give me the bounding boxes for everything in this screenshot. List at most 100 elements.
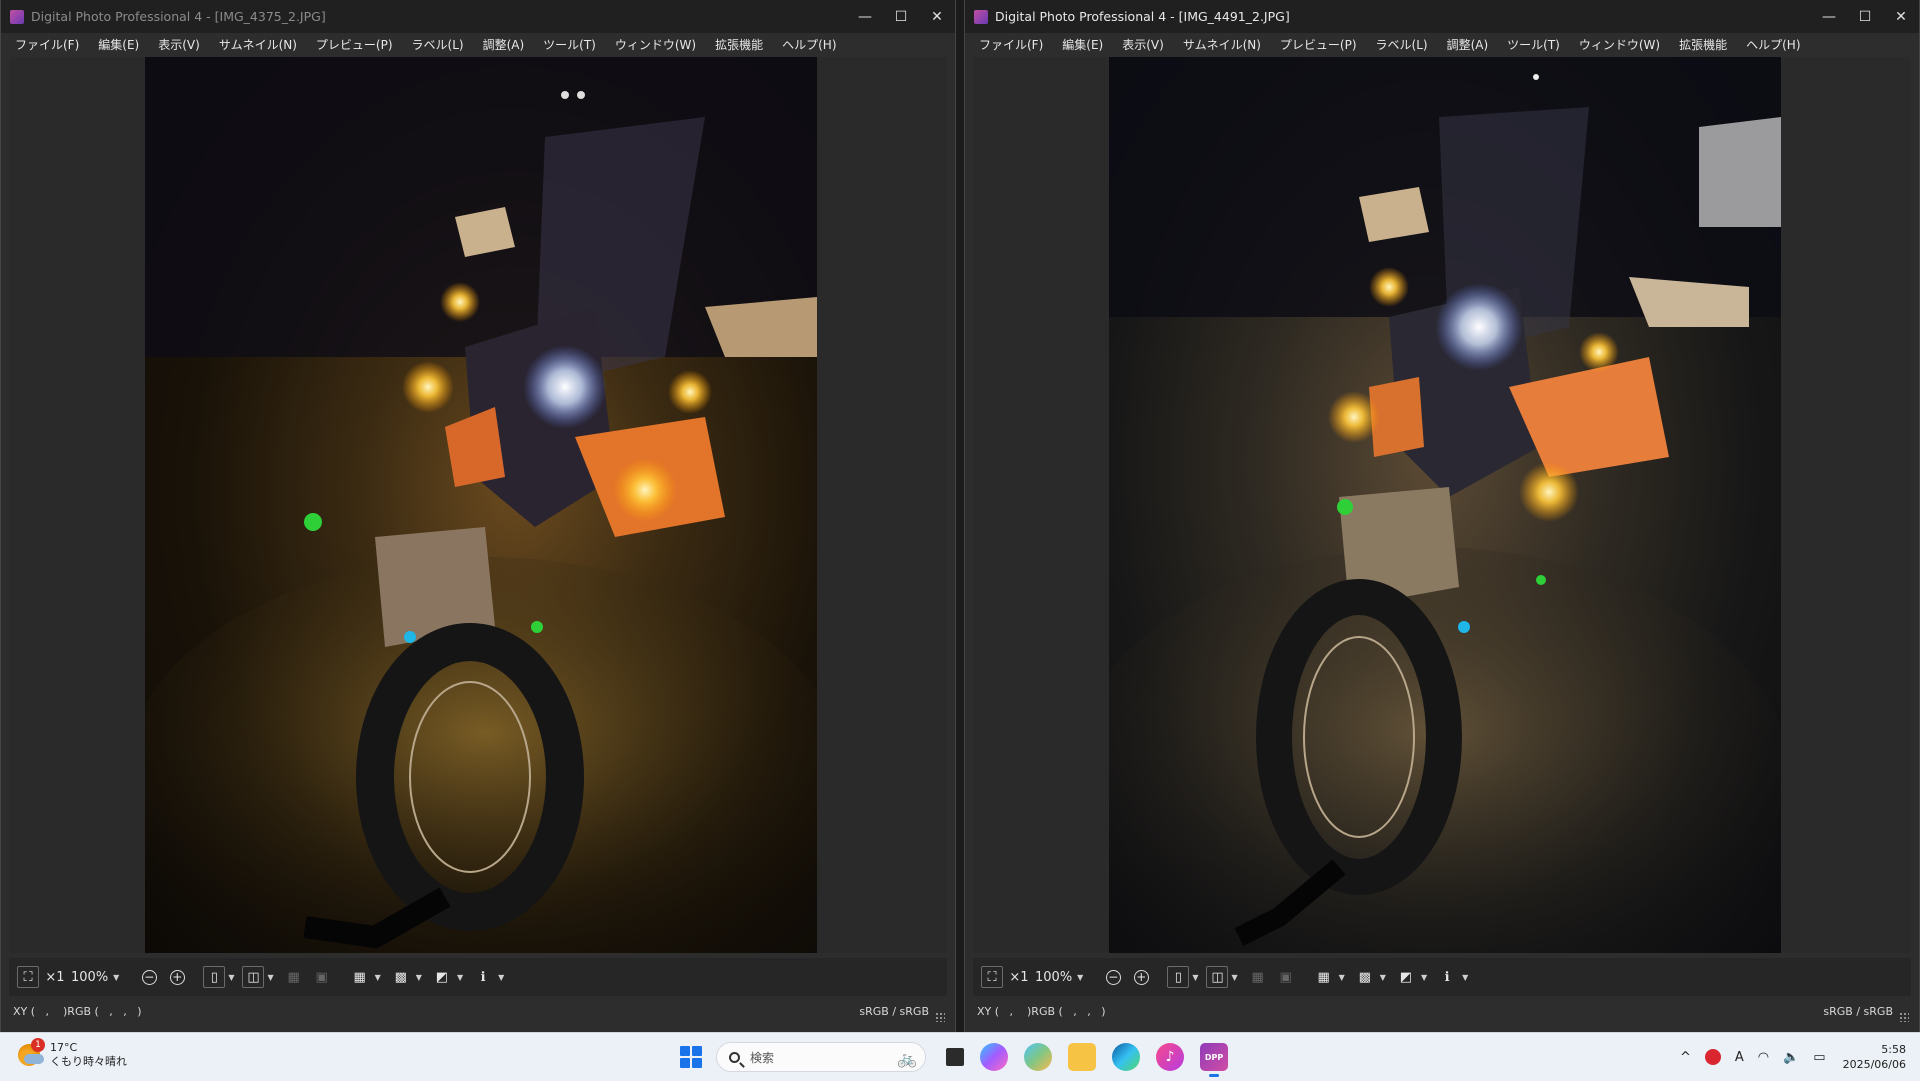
menu-thumbnail[interactable]: サムネイル(N) — [1183, 36, 1261, 53]
sync-icon: ▦ — [287, 969, 300, 985]
taskbar-search[interactable]: 検索 🚲 — [716, 1042, 926, 1072]
fullscreen-icon: ⛶ — [987, 969, 997, 985]
highlight-warning-button[interactable]: ◩ — [430, 965, 454, 989]
edge-browser-icon[interactable] — [1112, 1043, 1140, 1071]
copilot-icon[interactable] — [980, 1043, 1008, 1071]
minimize-button[interactable]: — — [847, 0, 883, 33]
actual-size-button[interactable]: ×1 — [1007, 965, 1031, 989]
single-view-button[interactable]: ▯ — [1167, 966, 1190, 988]
menu-preview[interactable]: プレビュー(P) — [316, 36, 393, 53]
menu-extensions[interactable]: 拡張機能 — [1679, 36, 1727, 53]
sync-button[interactable]: ▦ — [282, 965, 306, 989]
image-viewer[interactable] — [9, 57, 947, 953]
chevron-down-icon[interactable]: ▼ — [1462, 973, 1468, 982]
menu-view[interactable]: 表示(V) — [1122, 36, 1164, 53]
menu-edit[interactable]: 編集(E) — [98, 36, 139, 53]
resize-grip-icon[interactable] — [1899, 1012, 1909, 1022]
menu-adjust[interactable]: 調整(A) — [483, 36, 525, 53]
sync-button[interactable]: ▦ — [1246, 965, 1270, 989]
menu-file[interactable]: ファイル(F) — [15, 36, 79, 53]
battery-icon[interactable]: ▭ — [1813, 1050, 1825, 1065]
volume-icon[interactable]: 🔈 — [1783, 1050, 1799, 1065]
security-app-icon[interactable] — [1704, 1049, 1721, 1065]
lock-icon: ▣ — [315, 969, 328, 985]
menu-preview[interactable]: プレビュー(P) — [1280, 36, 1357, 53]
status-bar: XY ( , )RGB ( , , ) sRGB / sRGB — [9, 998, 947, 1024]
fit-to-window-button[interactable]: ⛶ — [981, 966, 1003, 988]
itunes-icon[interactable]: ♪ — [1156, 1043, 1184, 1071]
menu-tools[interactable]: ツール(T) — [543, 36, 596, 53]
zoom-in-icon: + — [169, 969, 185, 985]
close-button[interactable]: ✕ — [919, 0, 955, 33]
chevron-down-icon[interactable]: ▼ — [498, 973, 504, 982]
actual-size-button[interactable]: ×1 — [43, 965, 67, 989]
grid-button[interactable]: ▦ — [348, 965, 372, 989]
zoom-select[interactable]: 100% ▼ — [1035, 970, 1091, 985]
image-viewer[interactable] — [973, 57, 1911, 953]
chevron-down-icon[interactable]: ▼ — [1231, 973, 1237, 982]
compare-view-button[interactable]: ◫ — [1206, 966, 1229, 988]
weather-widget[interactable]: 1 17°C くもり時々晴れ — [18, 1038, 127, 1069]
menu-help[interactable]: ヘルプ(H) — [1746, 36, 1800, 53]
info-button[interactable]: ℹ — [1435, 965, 1459, 989]
close-button[interactable]: ✕ — [1883, 0, 1919, 33]
af-point-icon: ▩ — [394, 969, 407, 985]
menu-file[interactable]: ファイル(F) — [979, 36, 1043, 53]
chevron-down-icon[interactable]: ▼ — [1421, 973, 1427, 982]
lock-button[interactable]: ▣ — [310, 965, 334, 989]
af-point-button[interactable]: ▩ — [1353, 965, 1377, 989]
fullscreen-icon: ⛶ — [23, 969, 33, 985]
chevron-down-icon[interactable]: ▼ — [228, 973, 234, 982]
lock-button[interactable]: ▣ — [1274, 965, 1298, 989]
zoom-select[interactable]: 100% ▼ — [71, 970, 127, 985]
maximize-button[interactable]: ☐ — [1847, 0, 1883, 33]
title-bar[interactable]: Digital Photo Professional 4 - [IMG_4491… — [965, 0, 1919, 33]
chevron-down-icon[interactable]: ▼ — [416, 973, 422, 982]
file-explorer-icon[interactable] — [1068, 1043, 1096, 1071]
maximize-button[interactable]: ☐ — [883, 0, 919, 33]
windows-start-icon[interactable] — [680, 1046, 702, 1068]
chevron-down-icon[interactable]: ▼ — [1339, 973, 1345, 982]
grid-button[interactable]: ▦ — [1312, 965, 1336, 989]
ime-indicator[interactable]: A — [1735, 1050, 1744, 1065]
af-point-button[interactable]: ▩ — [389, 965, 413, 989]
photos-app-icon[interactable] — [1024, 1043, 1052, 1071]
info-icon: ℹ — [1444, 969, 1450, 985]
menu-view[interactable]: 表示(V) — [158, 36, 200, 53]
zoom-in-button[interactable]: + — [1129, 965, 1153, 989]
minimize-button[interactable]: — — [1811, 0, 1847, 33]
highlight-warning-button[interactable]: ◩ — [1394, 965, 1418, 989]
zoom-out-button[interactable]: − — [137, 965, 161, 989]
menu-help[interactable]: ヘルプ(H) — [782, 36, 836, 53]
single-view-button[interactable]: ▯ — [203, 966, 226, 988]
system-clock[interactable]: 5:58 2025/06/06 — [1843, 1042, 1906, 1072]
zoom-value: 100% — [1035, 969, 1073, 985]
menu-window[interactable]: ウィンドウ(W) — [1579, 36, 1660, 53]
menu-label[interactable]: ラベル(L) — [412, 36, 464, 53]
wifi-icon[interactable]: ◠ — [1758, 1050, 1769, 1065]
sync-icon: ▦ — [1251, 969, 1264, 985]
menu-edit[interactable]: 編集(E) — [1062, 36, 1103, 53]
task-view-icon[interactable] — [946, 1048, 964, 1066]
chevron-down-icon[interactable]: ▼ — [1380, 973, 1386, 982]
chevron-down-icon[interactable]: ▼ — [457, 973, 463, 982]
menu-window[interactable]: ウィンドウ(W) — [615, 36, 696, 53]
compare-view-icon: ◫ — [247, 969, 260, 985]
menu-extensions[interactable]: 拡張機能 — [715, 36, 763, 53]
chevron-down-icon[interactable]: ▼ — [267, 973, 273, 982]
menu-adjust[interactable]: 調整(A) — [1447, 36, 1489, 53]
info-button[interactable]: ℹ — [471, 965, 495, 989]
menu-label[interactable]: ラベル(L) — [1376, 36, 1428, 53]
menu-tools[interactable]: ツール(T) — [1507, 36, 1560, 53]
fit-to-window-button[interactable]: ⛶ — [17, 966, 39, 988]
chevron-down-icon[interactable]: ▼ — [375, 973, 381, 982]
title-bar[interactable]: Digital Photo Professional 4 - [IMG_4375… — [1, 0, 955, 33]
zoom-out-button[interactable]: − — [1101, 965, 1125, 989]
compare-view-button[interactable]: ◫ — [242, 966, 265, 988]
chevron-down-icon[interactable]: ▼ — [1192, 973, 1198, 982]
zoom-in-button[interactable]: + — [165, 965, 189, 989]
dpp-taskbar-icon[interactable]: DPP — [1200, 1043, 1228, 1077]
resize-grip-icon[interactable] — [935, 1012, 945, 1022]
menu-thumbnail[interactable]: サムネイル(N) — [219, 36, 297, 53]
tray-chevron-up-icon[interactable]: ^ — [1680, 1050, 1691, 1065]
